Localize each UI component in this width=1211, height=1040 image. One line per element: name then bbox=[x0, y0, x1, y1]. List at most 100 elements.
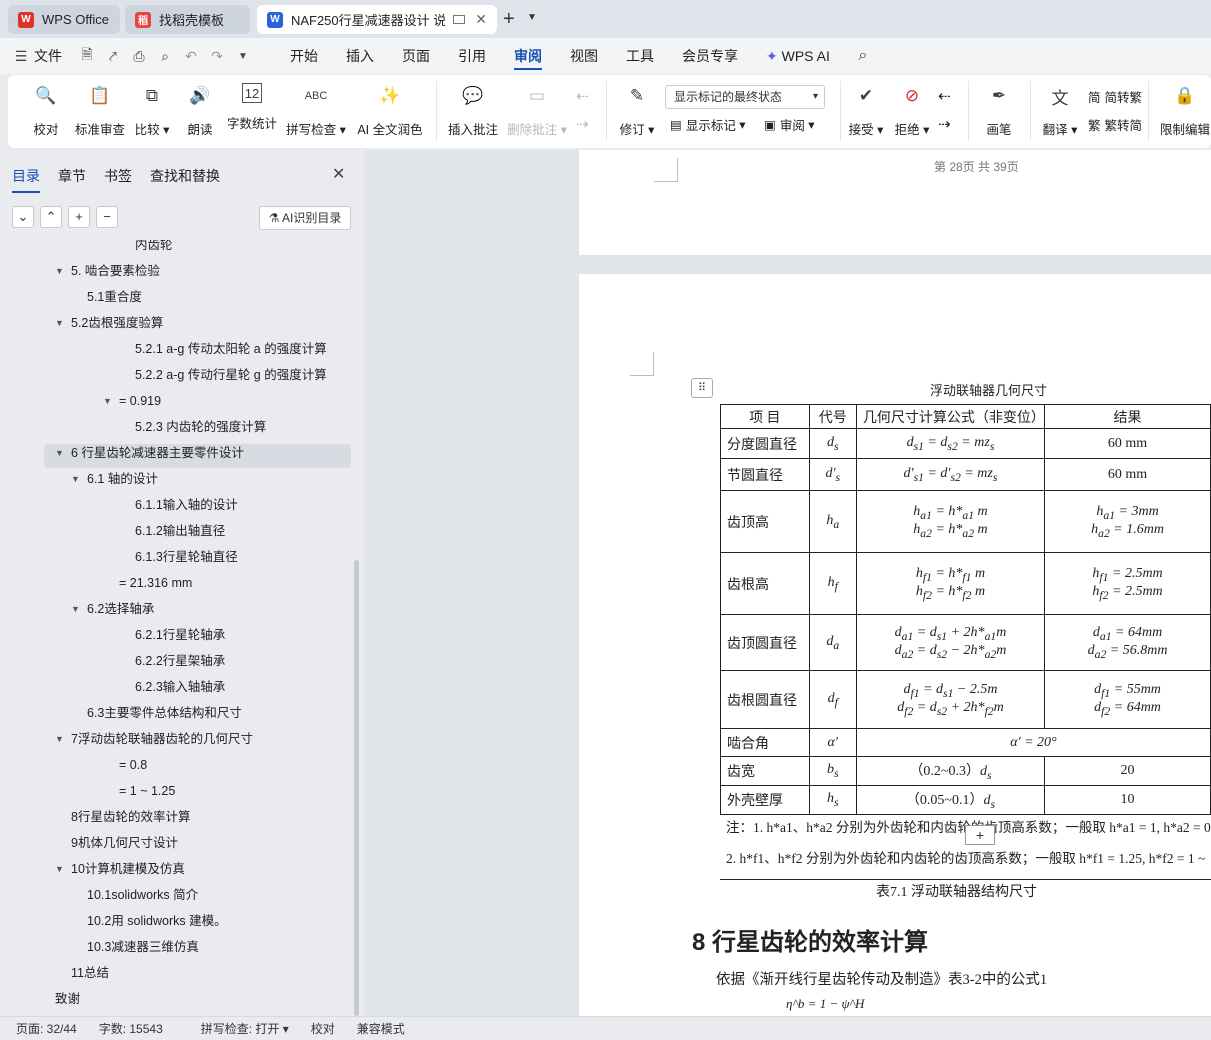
share-icon[interactable]: ⤤ bbox=[100, 48, 126, 65]
menu-review[interactable]: 审阅 bbox=[500, 38, 556, 74]
remove-heading-button[interactable]: − bbox=[96, 206, 118, 228]
new-tab-button[interactable]: + bbox=[503, 8, 515, 31]
search-icon[interactable]: ⌕ bbox=[850, 47, 876, 65]
tab-docer-templates[interactable]: 稻 找稻壳模板 bbox=[125, 5, 250, 34]
toc-item[interactable]: ▼ 6 行星齿轮减速器主要零件设计 bbox=[55, 442, 244, 464]
translate-button[interactable]: 文 翻译 ▾ bbox=[1040, 81, 1080, 141]
save-icon[interactable]: 🗎 bbox=[74, 44, 100, 68]
toc-item[interactable]: 内齿轮 bbox=[135, 240, 173, 256]
page-indicator[interactable]: 页面: 32/44 bbox=[16, 1020, 77, 1037]
collapse-all-button[interactable]: ⌄ bbox=[12, 206, 34, 228]
restrict-editing-button[interactable]: 🔒 限制编辑 bbox=[1160, 81, 1210, 141]
expand-up-button[interactable]: ⌃ bbox=[40, 206, 62, 228]
toc-item[interactable]: 6.2.2行星架轴承 bbox=[135, 650, 225, 672]
toc-item[interactable]: 6.1.1输入轴的设计 bbox=[135, 494, 238, 516]
menu-view[interactable]: 视图 bbox=[556, 38, 612, 74]
insert-comment-button[interactable]: 💬 插入批注 bbox=[446, 81, 500, 141]
toc-item[interactable]: 10.3减速器三维仿真 bbox=[87, 936, 199, 958]
nav-tab-find-replace[interactable]: 查找和替换 bbox=[150, 166, 220, 186]
toc-item[interactable]: 11总结 bbox=[71, 962, 109, 984]
word-count-button[interactable]: 12 字数统计 bbox=[226, 81, 278, 141]
toc-item[interactable]: = 1 ~ 1.25 bbox=[119, 780, 175, 802]
expand-arrow-icon[interactable]: ▼ bbox=[55, 312, 64, 334]
menu-tools[interactable]: 工具 bbox=[612, 38, 668, 74]
toc-item[interactable]: ▼ 6.2选择轴承 bbox=[71, 598, 154, 620]
read-aloud-button[interactable]: 🔊 朗读 bbox=[184, 81, 216, 141]
delete-comment-button[interactable]: ▭ 删除批注 ▾ bbox=[506, 81, 568, 141]
ai-toc-button[interactable]: ⚗ AI识别目录 bbox=[259, 206, 351, 230]
toc-item[interactable]: 5.2.3 内齿轮的强度计算 bbox=[135, 416, 266, 438]
file-menu[interactable]: 文件 bbox=[34, 46, 62, 66]
menu-member[interactable]: 会员专享 bbox=[668, 38, 752, 74]
toc-item[interactable]: 5.1重合度 bbox=[87, 286, 142, 308]
show-markup-button[interactable]: ▤ 显示标记 ▾ bbox=[670, 115, 746, 134]
redo-icon[interactable]: ↷ bbox=[204, 48, 230, 65]
hamburger-icon[interactable]: ☰ bbox=[8, 48, 34, 65]
spell-check-indicator[interactable]: 拼写检查: 打开 ▾ bbox=[185, 1020, 289, 1037]
toc-item[interactable]: 5.2.1 a-g 传动太阳轮 a 的强度计算 bbox=[135, 338, 327, 360]
next-change-icon[interactable]: ⇢ bbox=[938, 115, 951, 133]
close-icon[interactable]: ✕ bbox=[332, 164, 345, 184]
toc-item[interactable]: ▼ 7浮动齿轮联轴器齿轮的几何尺寸 bbox=[55, 728, 253, 750]
track-changes-button[interactable]: ✎ 修订 ▾ bbox=[616, 81, 658, 141]
toc-item[interactable]: 致谢 bbox=[55, 988, 80, 1010]
add-heading-button[interactable]: + bbox=[68, 206, 90, 228]
markup-state-select[interactable]: 显示标记的最终状态 ▾ bbox=[665, 85, 825, 109]
menu-page[interactable]: 页面 bbox=[388, 38, 444, 74]
menu-references[interactable]: 引用 bbox=[444, 38, 500, 74]
toc-scrollbar[interactable] bbox=[354, 560, 359, 1016]
expand-arrow-icon[interactable]: ▼ bbox=[55, 728, 64, 750]
expand-arrow-icon[interactable]: ▼ bbox=[71, 598, 80, 620]
toc-item[interactable]: 8行星齿轮的效率计算 bbox=[71, 806, 190, 828]
toc-item[interactable]: ▼ 10计算机建模及仿真 bbox=[55, 858, 185, 880]
menu-insert[interactable]: 插入 bbox=[332, 38, 388, 74]
accept-button[interactable]: ✔ 接受 ▾ bbox=[846, 81, 886, 141]
chevron-down-icon[interactable]: ▼ bbox=[527, 12, 537, 23]
toc-item[interactable]: = 21.316 mm bbox=[119, 572, 192, 594]
previous-change-icon[interactable]: ⇠ bbox=[938, 87, 951, 105]
pen-button[interactable]: ✒ 画笔 bbox=[982, 81, 1016, 141]
expand-arrow-icon[interactable]: ▼ bbox=[71, 468, 80, 490]
next-comment-icon[interactable]: ⇢ bbox=[576, 115, 589, 133]
word-count-indicator[interactable]: 字数: 15543 bbox=[99, 1020, 163, 1037]
print-preview-icon[interactable]: ⌕ bbox=[152, 48, 178, 65]
toc-item[interactable]: 6.1.2输出轴直径 bbox=[135, 520, 225, 542]
toc-item[interactable]: 6.3主要零件总体结构和尺寸 bbox=[87, 702, 242, 724]
compare-button[interactable]: ⧉ 比较 ▾ bbox=[132, 81, 172, 141]
toc-item[interactable]: 10.1solidworks 简介 bbox=[87, 884, 198, 906]
nav-tab-sections[interactable]: 章节 bbox=[58, 166, 86, 186]
standard-review-button[interactable]: 📋 标准审查 bbox=[74, 81, 126, 141]
expand-arrow-icon[interactable]: ▼ bbox=[55, 260, 64, 282]
previous-comment-icon[interactable]: ⇠ bbox=[576, 87, 589, 105]
tab-document[interactable]: W NAF250行星减速器设计 说明 ✕ bbox=[257, 5, 497, 34]
tab-wps-office[interactable]: W WPS Office bbox=[8, 5, 120, 34]
expand-arrow-icon[interactable]: ▼ bbox=[103, 390, 112, 412]
reject-button[interactable]: ⊘ 拒绝 ▾ bbox=[892, 81, 932, 141]
screen-icon[interactable] bbox=[453, 15, 466, 24]
menu-start[interactable]: 开始 bbox=[276, 38, 332, 74]
nav-tab-bookmarks[interactable]: 书签 bbox=[104, 166, 132, 186]
toc-item[interactable]: 6.1.3行星轮轴直径 bbox=[135, 546, 238, 568]
nav-tab-toc[interactable]: 目录 bbox=[12, 166, 40, 193]
close-icon[interactable]: ✕ bbox=[475, 11, 487, 28]
to-traditional-button[interactable]: 简简转繁 bbox=[1088, 87, 1142, 106]
toc-item[interactable]: 6.2.3输入轴轴承 bbox=[135, 676, 225, 698]
toc-item[interactable]: ▼ 6.1 轴的设计 bbox=[71, 468, 158, 490]
ai-polish-button[interactable]: ✨ AI 全文润色 bbox=[356, 81, 424, 141]
toc-item[interactable]: 6.2.1行星轮轴承 bbox=[135, 624, 225, 646]
print-icon[interactable]: ⎙ bbox=[126, 48, 152, 65]
expand-arrow-icon[interactable]: ▼ bbox=[55, 858, 64, 880]
to-simplified-button[interactable]: 繁繁转简 bbox=[1088, 115, 1142, 134]
toc-item[interactable]: 9机体几何尺寸设计 bbox=[71, 832, 178, 854]
toc-item[interactable]: ▼ 5.2齿根强度验算 bbox=[55, 312, 163, 334]
toc-item[interactable]: = 0.8 bbox=[119, 754, 147, 776]
toc-item[interactable]: ▼ = 0.919 bbox=[103, 390, 161, 412]
toc-item[interactable]: ▼ 5. 啮合要素检验 bbox=[55, 260, 160, 282]
proofread-button[interactable]: 🔍 校对 bbox=[28, 81, 64, 141]
spell-check-button[interactable]: ABC 拼写检查 ▾ bbox=[286, 81, 346, 141]
expand-arrow-icon[interactable]: ▼ bbox=[55, 442, 64, 464]
menu-wps-ai[interactable]: ✦ WPS AI bbox=[752, 38, 844, 74]
proofread-indicator[interactable]: 校对 bbox=[311, 1020, 335, 1037]
table-move-handle[interactable]: ⠿ bbox=[691, 378, 713, 398]
review-pane-button[interactable]: ▣ 审阅 ▾ bbox=[764, 115, 815, 134]
